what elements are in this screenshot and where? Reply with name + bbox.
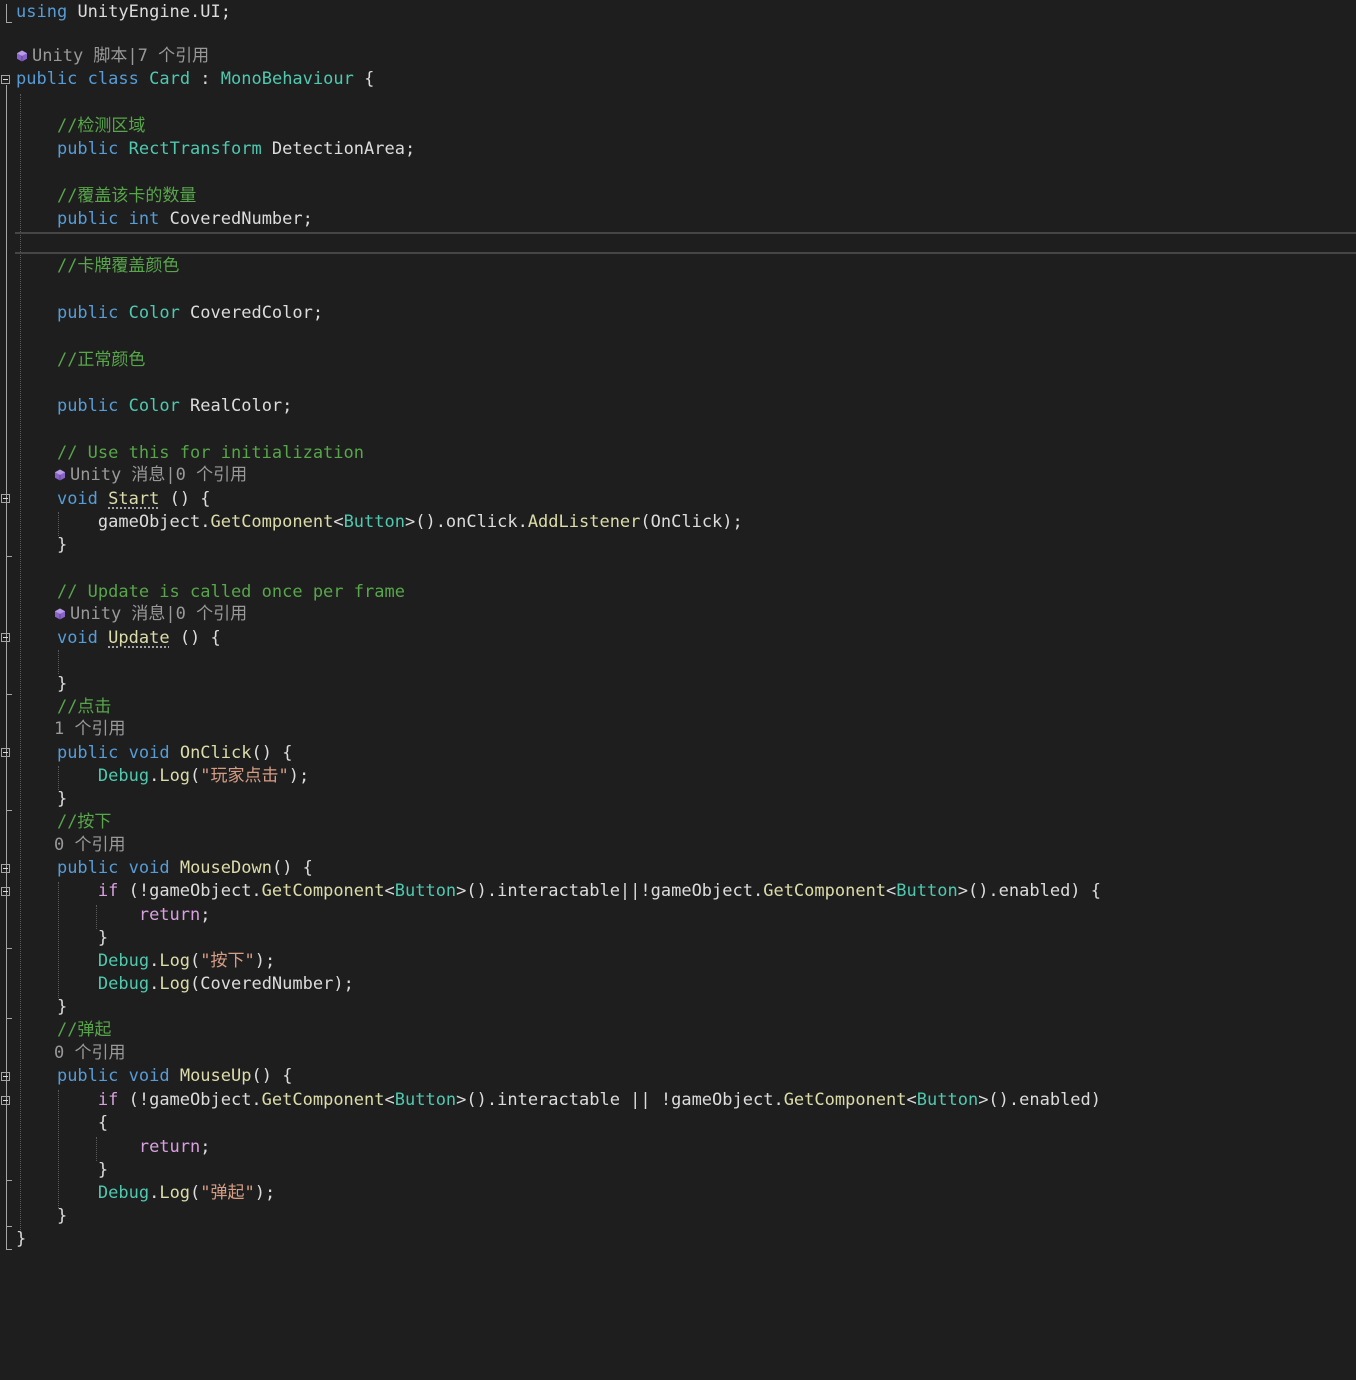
codelens[interactable]: 0 个引用 bbox=[54, 1042, 125, 1065]
codelens-text[interactable]: 0 个引用 bbox=[54, 835, 125, 855]
outline-tick bbox=[6, 1180, 12, 1181]
collapse-start-icon[interactable] bbox=[1, 494, 10, 503]
method-name: Start bbox=[108, 489, 160, 509]
string-literal: "弹起" bbox=[200, 1183, 255, 1203]
code-line[interactable]: void Start () { bbox=[16, 488, 211, 511]
collapse-if-icon[interactable] bbox=[1, 1096, 10, 1105]
code-line[interactable]: return; bbox=[16, 904, 211, 927]
collapse-mousedown-icon[interactable] bbox=[1, 864, 10, 873]
unity-cube-icon bbox=[17, 50, 27, 62]
comment: //覆盖该卡的数量 bbox=[56, 186, 197, 206]
outline-tick bbox=[6, 556, 12, 557]
outline-tick bbox=[6, 1226, 12, 1227]
code-line[interactable]: //正常颜色 bbox=[16, 349, 145, 372]
class-name: Card bbox=[149, 69, 191, 89]
codelens[interactable]: 1 个引用 bbox=[54, 718, 125, 741]
code-line[interactable]: // Use this for initialization bbox=[16, 442, 364, 465]
codelens-text[interactable]: 1 个引用 bbox=[54, 719, 125, 739]
collapse-mouseup-icon[interactable] bbox=[1, 1072, 10, 1081]
collapse-class-icon[interactable] bbox=[1, 75, 10, 84]
codelens-text[interactable]: Unity 脚本|7 个引用 bbox=[32, 46, 209, 66]
code-line[interactable]: public class Card : MonoBehaviour { bbox=[16, 68, 374, 91]
code-line[interactable]: //检测区域 bbox=[16, 115, 145, 138]
code-line[interactable]: public RectTransform DetectionArea; bbox=[16, 138, 415, 161]
code-line[interactable]: } bbox=[16, 1228, 26, 1251]
unity-cube-icon bbox=[55, 608, 65, 620]
codelens-text[interactable]: Unity 消息|0 个引用 bbox=[70, 465, 247, 485]
outline-tick bbox=[6, 694, 12, 695]
method-name: MouseDown bbox=[179, 858, 272, 878]
code-line[interactable]: using UnityEngine.UI; bbox=[16, 1, 231, 24]
comment: //卡牌覆盖颜色 bbox=[56, 256, 180, 276]
comment: //正常颜色 bbox=[56, 350, 146, 370]
method-name: OnClick bbox=[179, 743, 252, 763]
code-line[interactable]: { bbox=[16, 1112, 108, 1135]
comment: //弹起 bbox=[56, 1020, 112, 1040]
code-line[interactable]: Debug.Log(CoveredNumber); bbox=[16, 973, 354, 996]
code-line[interactable]: public void MouseDown() { bbox=[16, 857, 313, 880]
outline-tick bbox=[6, 810, 12, 811]
codelens-text[interactable]: Unity 消息|0 个引用 bbox=[70, 604, 247, 624]
code-line[interactable]: } bbox=[16, 927, 108, 950]
outline-tick bbox=[6, 1249, 12, 1250]
collapse-onclick-icon[interactable] bbox=[1, 748, 10, 757]
base-class: MonoBehaviour bbox=[220, 69, 354, 89]
comment: //点击 bbox=[56, 697, 112, 717]
code-line[interactable]: Debug.Log("按下"); bbox=[16, 950, 275, 973]
outline-tick bbox=[6, 1018, 12, 1019]
outline-tick bbox=[6, 948, 12, 949]
code-line[interactable]: //按下 bbox=[16, 811, 111, 834]
code-line[interactable]: if (!gameObject.GetComponent<Button>().i… bbox=[16, 880, 1101, 903]
code-line[interactable]: } bbox=[16, 1159, 108, 1182]
code-line[interactable]: //卡牌覆盖颜色 bbox=[16, 255, 179, 278]
current-line-highlight bbox=[15, 232, 1356, 254]
code-line[interactable]: // Update is called once per frame bbox=[16, 581, 405, 604]
collapse-update-icon[interactable] bbox=[1, 633, 10, 642]
comment: // Use this for initialization bbox=[56, 443, 364, 463]
code-line[interactable]: //覆盖该卡的数量 bbox=[16, 185, 196, 208]
code-line[interactable]: } bbox=[16, 788, 67, 811]
code-line[interactable]: Debug.Log("玩家点击"); bbox=[16, 765, 309, 788]
code-line[interactable]: } bbox=[16, 534, 67, 557]
codelens[interactable]: Unity 消息|0 个引用 bbox=[54, 464, 247, 487]
code-line[interactable]: void Update () { bbox=[16, 627, 221, 650]
codelens[interactable]: Unity 脚本|7 个引用 bbox=[16, 45, 209, 68]
code-line[interactable]: } bbox=[16, 673, 67, 696]
comment: //检测区域 bbox=[56, 116, 146, 136]
unity-cube-icon bbox=[55, 469, 65, 481]
code-line[interactable]: gameObject.GetComponent<Button>().onClic… bbox=[16, 511, 743, 534]
code-line[interactable]: return; bbox=[16, 1136, 211, 1159]
code-line[interactable]: //点击 bbox=[16, 696, 111, 719]
code-line[interactable]: if (!gameObject.GetComponent<Button>().i… bbox=[16, 1089, 1101, 1112]
code-line[interactable]: public Color RealColor; bbox=[16, 395, 292, 418]
code-editor[interactable]: using UnityEngine.UI; Unity 脚本|7 个引用 pub… bbox=[0, 0, 1356, 1380]
indent-guide bbox=[58, 650, 59, 674]
namespace: UnityEngine.UI; bbox=[77, 2, 231, 22]
code-line[interactable]: public void OnClick() { bbox=[16, 742, 292, 765]
collapse-if-icon[interactable] bbox=[1, 887, 10, 896]
comment: //按下 bbox=[56, 812, 112, 832]
code-line[interactable]: public int CoveredNumber; bbox=[16, 208, 313, 231]
codelens[interactable]: Unity 消息|0 个引用 bbox=[54, 603, 247, 626]
code-line[interactable]: public void MouseUp() { bbox=[16, 1065, 292, 1088]
code-line[interactable]: } bbox=[16, 996, 67, 1019]
comment: // Update is called once per frame bbox=[56, 582, 405, 602]
code-line[interactable]: } bbox=[16, 1205, 67, 1228]
string-literal: "玩家点击" bbox=[200, 766, 289, 786]
code-line[interactable]: public Color CoveredColor; bbox=[16, 302, 323, 325]
method-name: Update bbox=[108, 628, 170, 648]
codelens-text[interactable]: 0 个引用 bbox=[54, 1043, 125, 1063]
keyword: using bbox=[16, 2, 68, 22]
method-name: MouseUp bbox=[179, 1066, 252, 1086]
code-line[interactable]: Debug.Log("弹起"); bbox=[16, 1182, 275, 1205]
code-line[interactable]: //弹起 bbox=[16, 1019, 111, 1042]
outline-tick bbox=[6, 22, 12, 23]
string-literal: "按下" bbox=[200, 951, 255, 971]
codelens[interactable]: 0 个引用 bbox=[54, 834, 125, 857]
outline-line bbox=[6, 4, 7, 22]
